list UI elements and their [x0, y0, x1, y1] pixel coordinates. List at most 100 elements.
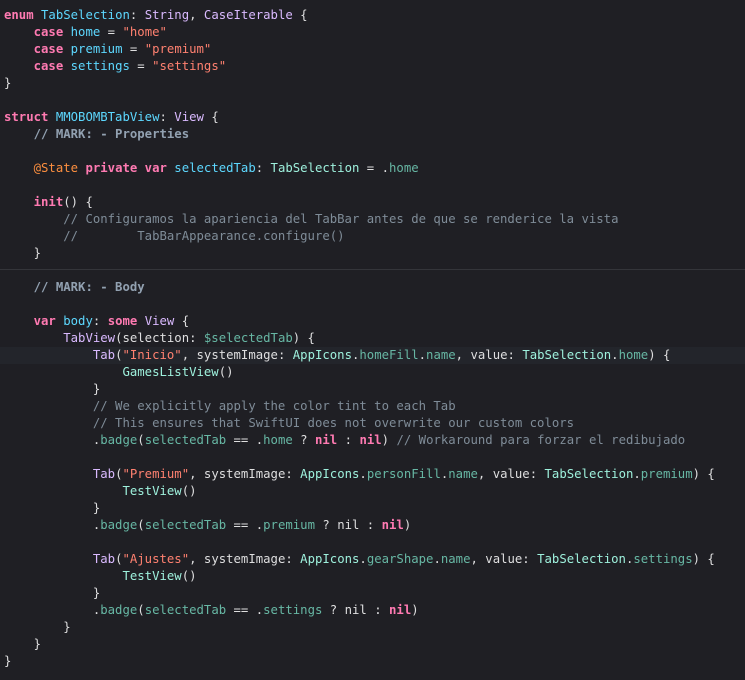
code-token-member: gearShape [366, 552, 434, 566]
code-token-projtype: AppIcons [300, 467, 360, 481]
code-token-member: homeFill [359, 348, 419, 362]
code-token-plain: { [292, 8, 308, 22]
code-token-type: Tab [92, 467, 116, 481]
code-line[interactable]: } [0, 585, 745, 602]
code-token-plain: , value: [470, 552, 538, 566]
code-token-plain: , systemImage: [189, 552, 301, 566]
code-token-decltype: settings [70, 59, 130, 73]
code-line[interactable]: } [0, 500, 745, 517]
code-line[interactable]: } [0, 245, 745, 262]
code-line[interactable]: var body: some View { [0, 313, 745, 330]
code-token-plain: = [129, 59, 153, 73]
code-token-plain: : [159, 110, 175, 124]
code-line[interactable]: } [0, 381, 745, 398]
code-token-keyword: enum [4, 8, 42, 22]
section-divider [0, 269, 745, 270]
code-line[interactable]: @State private var selectedTab: TabSelec… [0, 160, 745, 177]
code-token-type: String [144, 8, 190, 22]
code-line[interactable]: } [0, 636, 745, 653]
code-token-plain: . [433, 552, 441, 566]
code-line[interactable] [0, 92, 745, 109]
code-line[interactable]: TestView() [0, 483, 745, 500]
code-token-type: Tab [92, 348, 116, 362]
code-line[interactable]: } [0, 619, 745, 636]
code-token-plain: ) { [692, 552, 715, 566]
code-token-plain: . [611, 348, 619, 362]
code-token-projtype: TabSelection [537, 552, 626, 566]
code-token-comment: // Workaround para forzar el redibujado [396, 433, 686, 447]
code-line[interactable]: TestView() [0, 568, 745, 585]
code-token-plain: } [4, 76, 12, 90]
code-line[interactable]: // We explicitly apply the color tint to… [0, 398, 745, 415]
code-line[interactable]: init() { [0, 194, 745, 211]
code-line[interactable] [0, 262, 745, 279]
code-token-mark: // MARK: - Body [33, 280, 145, 294]
code-token-plain: ) { [648, 348, 671, 362]
code-line[interactable] [0, 296, 745, 313]
code-line[interactable]: case settings = "settings" [0, 58, 745, 75]
code-token-type: View [174, 110, 204, 124]
code-token-projtype: TestView [122, 569, 182, 583]
code-token-plain: , value: [477, 467, 545, 481]
code-token-member: name [448, 467, 478, 481]
code-token-decltype: selectedTab [174, 161, 256, 175]
code-line[interactable]: enum TabSelection: String, CaseIterable … [0, 7, 745, 24]
code-token-plain: () [218, 365, 234, 379]
code-token-plain: } [4, 654, 12, 668]
code-token-member: premium [263, 518, 315, 532]
code-token-comment: // This ensures that SwiftUI does not ov… [92, 416, 575, 430]
code-line[interactable]: GamesListView() [0, 364, 745, 381]
code-token-plain: { [174, 314, 190, 328]
code-token-plain: ) { [692, 467, 715, 481]
code-token-plain: = . [359, 161, 390, 175]
code-line[interactable]: // TabBarAppearance.configure() [0, 228, 745, 245]
code-token-plain: : [92, 314, 108, 328]
code-line[interactable]: struct MMOBOMBTabView: View { [0, 109, 745, 126]
code-token-member: home [263, 433, 293, 447]
code-line[interactable]: .badge(selectedTab == .settings ? nil : … [0, 602, 745, 619]
code-line[interactable]: // This ensures that SwiftUI does not ov… [0, 415, 745, 432]
code-token-plain: == . [226, 603, 264, 617]
code-line[interactable] [0, 534, 745, 551]
code-token-plain: ) [381, 433, 397, 447]
code-line[interactable]: } [0, 653, 745, 670]
code-token-type: TabView [63, 331, 116, 345]
code-token-plain: } [4, 501, 101, 515]
code-token-projtype: GamesListView [122, 365, 219, 379]
code-token-decltype: home [70, 25, 101, 39]
code-line[interactable]: // MARK: - Properties [0, 126, 745, 143]
code-line[interactable]: Tab("Ajustes", systemImage: AppIcons.gea… [0, 551, 745, 568]
code-line[interactable] [0, 177, 745, 194]
code-line[interactable]: case home = "home" [0, 24, 745, 41]
code-token-member: home [618, 348, 649, 362]
code-line[interactable]: // MARK: - Body [0, 279, 745, 296]
code-line[interactable]: case premium = "premium" [0, 41, 745, 58]
code-token-plain: = [100, 25, 123, 39]
code-token-member: name [440, 552, 471, 566]
code-token-attr: @State [33, 161, 86, 175]
code-line[interactable]: Tab("Inicio", systemImage: AppIcons.home… [0, 347, 745, 364]
code-token-plain: } [4, 637, 42, 651]
code-line[interactable]: .badge(selectedTab == .home ? nil : nil)… [0, 432, 745, 449]
code-token-plain: ? [292, 433, 315, 447]
code-line[interactable]: } [0, 75, 745, 92]
code-line[interactable]: .badge(selectedTab == .premium ? nil : n… [0, 517, 745, 534]
code-token-projtype: AppIcons [292, 348, 352, 362]
code-editor[interactable]: enum TabSelection: String, CaseIterable … [0, 0, 745, 680]
code-token-plain: . [4, 603, 101, 617]
code-line[interactable] [0, 449, 745, 466]
code-line[interactable]: // Configuramos la apariencia del TabBar… [0, 211, 745, 228]
code-line[interactable]: TabView(selection: $selectedTab) { [0, 330, 745, 347]
code-token-plain: , [189, 8, 204, 22]
code-token-plain: == . [226, 518, 264, 532]
code-token-member: badge [100, 603, 138, 617]
code-line[interactable]: Tab("Premium", systemImage: AppIcons.per… [0, 466, 745, 483]
code-token-member: badge [100, 518, 138, 532]
code-line[interactable] [0, 143, 745, 160]
